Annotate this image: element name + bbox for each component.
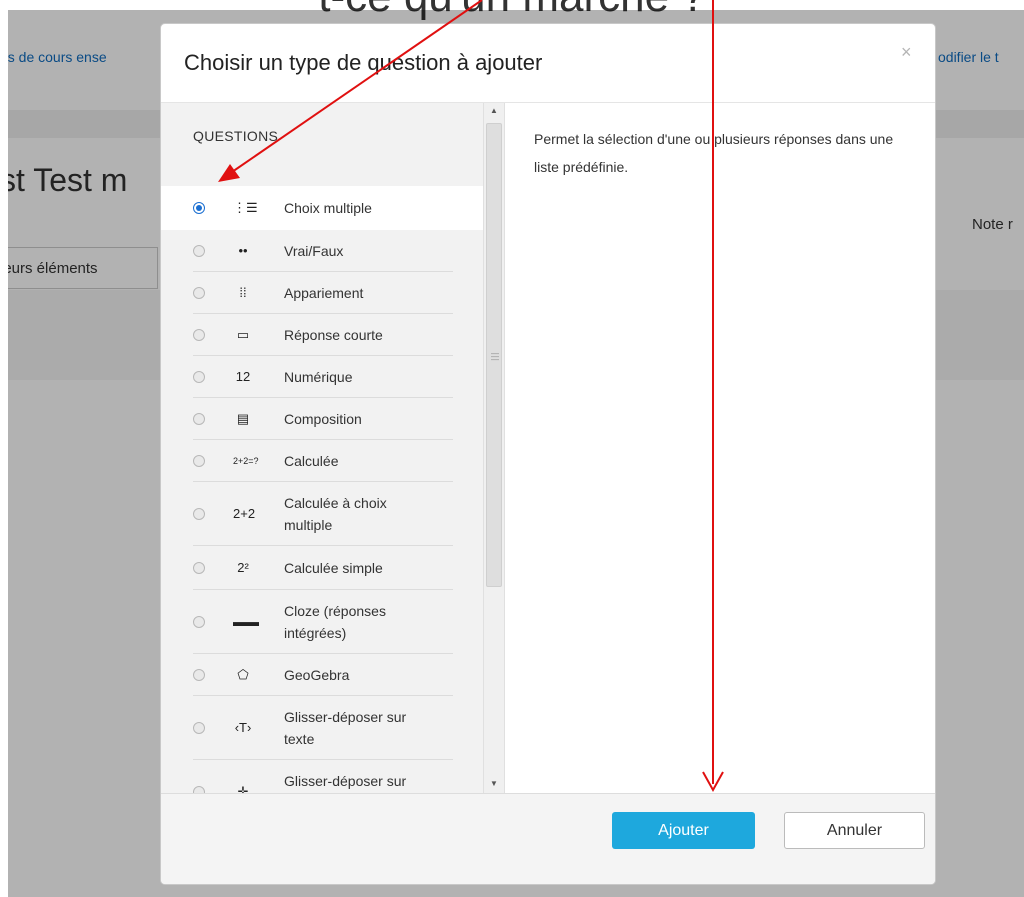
cancel-button[interactable]: Annuler [784,812,925,849]
question-option-row[interactable]: ▬▬ Cloze (réponses intégrées) [161,590,483,654]
geogebra-icon: ⬠ [237,667,249,682]
close-icon[interactable]: × [901,42,912,63]
question-type-label: Réponse courte [284,327,383,343]
question-type-radio[interactable] [193,287,205,299]
question-option-row[interactable]: •• Vrai/Faux [161,230,483,272]
ddimage-icon: ✛ [237,784,249,793]
screenshot-margin [0,10,8,897]
question-option-row[interactable]: ⁞⁞ Appariement [161,272,483,314]
dialog-title: Choisir un type de question à ajouter [184,50,543,75]
question-type-radio[interactable] [193,245,205,257]
question-type-label: Cloze (réponses intégrées) [284,603,386,641]
question-type-radio[interactable] [193,669,205,681]
cloze-icon: ▬▬ [233,614,259,629]
question-option-row[interactable]: ▭ Réponse courte [161,314,483,356]
ddwtos-icon: ‹T› [234,720,252,735]
calculatedmulti-icon: 2+2 [233,506,256,521]
question-type-description: Permet la sélection d'une ou plusieurs r… [534,131,894,175]
calculated-icon: 2+2=? [233,456,259,466]
questions-heading: QUESTIONS [193,128,279,144]
question-type-radio[interactable] [193,722,205,734]
question-type-radio[interactable] [193,786,205,793]
question-type-label: Calculée [284,453,339,469]
match-icon: ⁞⁞ [239,285,247,300]
question-option-row[interactable]: ✛ Glisser-déposer sur une image [161,760,483,793]
question-option-row[interactable]: 2+2=? Calculée [161,440,483,482]
question-type-label: Calculée simple [284,560,383,576]
question-type-radio[interactable] [193,562,205,574]
question-type-label: Numérique [284,369,353,385]
essay-icon: ▤ [236,411,250,426]
question-option-row[interactable]: ⬠ GeoGebra [161,654,483,696]
question-type-radio[interactable] [193,371,205,383]
question-type-radio[interactable] [193,329,205,341]
truefalse-icon: •• [238,243,248,258]
options-scrollbar[interactable]: ▲ — — — ▼ [483,103,505,793]
shortanswer-icon: ▭ [236,327,250,342]
question-type-radio[interactable] [193,202,205,214]
question-type-list: QUESTIONS ⋮☰ Choix multiple •• Vrai/Faux ⁞⁞ A… [161,103,483,793]
dialog-header: Choisir un type de question à ajouter × [161,24,935,103]
question-option-row[interactable]: ⋮☰ Choix multiple [161,186,483,230]
grip-icon: — — — [491,349,499,364]
question-type-label: Glisser-déposer sur une image [284,773,407,789]
question-option-row[interactable]: 2² Calculée simple [161,546,483,590]
scroll-down-icon[interactable]: ▼ [490,779,498,788]
question-type-radio[interactable] [193,508,205,520]
question-type-label: Calculée à choix multiple [284,495,387,533]
question-option-row[interactable]: 2+2 Calculée à choix multiple [161,482,483,546]
question-type-label: Appariement [284,285,364,301]
question-option-row[interactable]: 12 Numérique [161,356,483,398]
add-button[interactable]: Ajouter [612,812,755,849]
question-type-label: Choix multiple [284,200,372,216]
question-type-label: Composition [284,411,362,427]
question-type-radio[interactable] [193,455,205,467]
scroll-up-icon[interactable]: ▲ [490,106,498,115]
question-type-radio[interactable] [193,616,205,628]
question-type-radio[interactable] [193,413,205,425]
dialog-footer: Ajouter Annuler [161,793,935,884]
question-type-label: GeoGebra [284,667,350,683]
question-type-label: Glisser-déposer sur texte [284,709,407,747]
multichoice-icon: ⋮☰ [233,200,258,215]
question-type-dialog: Choisir un type de question à ajouter × … [160,23,936,885]
question-option-row[interactable]: ▤ Composition [161,398,483,440]
scrollbar-thumb[interactable]: — — — [486,123,502,587]
question-option-row[interactable]: ‹T› Glisser-déposer sur texte [161,696,483,760]
numerical-icon: 12 [235,369,251,384]
calculatedsimple-icon: 2² [237,560,249,575]
question-type-label: Vrai/Faux [284,243,344,259]
